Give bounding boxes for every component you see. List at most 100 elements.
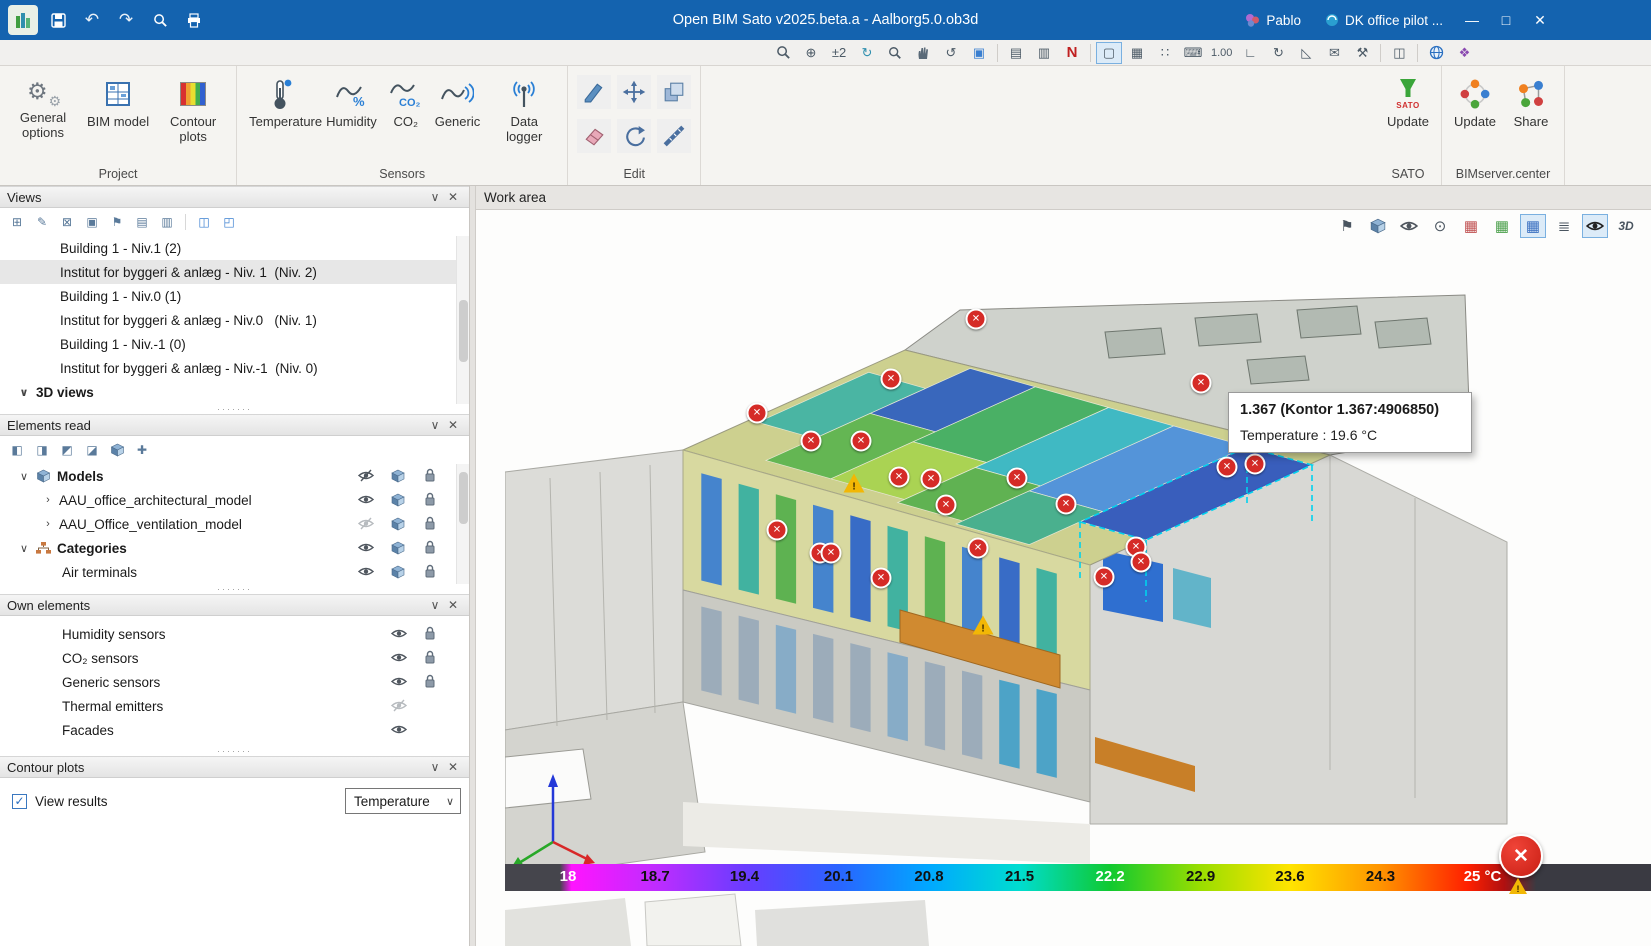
collapse-own-elements-button[interactable]: ∨ (426, 597, 444, 613)
sensor-marker[interactable]: ✕ (881, 369, 902, 390)
sensor-marker[interactable]: ✕ (1217, 457, 1238, 478)
rotate-view-button[interactable]: ↻ (1265, 42, 1291, 64)
move-button[interactable] (617, 75, 651, 109)
close-elements-panel-button[interactable]: ✕ (444, 417, 462, 433)
web-viewer-button[interactable] (1423, 42, 1449, 64)
expand-all-button[interactable]: ◧ (6, 440, 28, 460)
tree-item-arch-model[interactable]: › AAU_office_architectural_model (0, 488, 469, 512)
isometric-view-button[interactable] (1365, 214, 1391, 238)
lock-toggle[interactable] (424, 516, 436, 530)
zoom-window-button[interactable] (882, 42, 908, 64)
view-item[interactable]: Building 1 - Niv.0 (1) (0, 284, 469, 308)
share-button[interactable]: Share (1504, 70, 1558, 136)
contour-type-dropdown[interactable]: Temperature ∨ (345, 788, 461, 814)
sensor-marker[interactable]: ✕ (821, 543, 842, 564)
zoom-all-button[interactable]: ⊕ (798, 42, 824, 64)
drawing-template-button[interactable]: ▤ (1003, 42, 1029, 64)
save-button[interactable] (44, 7, 72, 33)
visibility-toggle[interactable] (391, 675, 407, 688)
visibility-toggle[interactable] (358, 565, 374, 578)
lock-toggle[interactable] (424, 564, 436, 578)
comments-button[interactable]: ✉ (1321, 42, 1347, 64)
lock-toggle[interactable] (424, 468, 436, 482)
sensor-marker[interactable]: ✕ (767, 520, 788, 541)
sensor-marker[interactable]: ✕ (1007, 468, 1028, 489)
tools-button[interactable]: ⚒ (1349, 42, 1375, 64)
sensor-marker[interactable]: ✕ (871, 568, 892, 589)
own-item-facades[interactable]: Facades (0, 718, 469, 742)
view-item[interactable]: Institut for byggeri & anlæg - Niv.-1 (N… (0, 356, 469, 380)
visibility-toggle[interactable] (358, 469, 374, 482)
solid-toggle[interactable] (391, 517, 405, 531)
close-own-elements-button[interactable]: ✕ (444, 597, 462, 613)
solid-toggle[interactable] (391, 565, 405, 579)
visibility-toggle-off[interactable] (358, 517, 374, 530)
views-scrollbar[interactable] (456, 236, 469, 404)
frame-toggle-button[interactable]: ▢ (1096, 42, 1122, 64)
humidity-sensor-button[interactable]: % Humidity (321, 70, 382, 136)
export-drawing-button[interactable]: ▥ (1031, 42, 1057, 64)
app-logo-icon[interactable] (8, 5, 38, 35)
lock-toggle[interactable] (424, 650, 436, 664)
3d-mode-button[interactable]: 3D (1613, 214, 1639, 238)
navisworks-button[interactable]: N (1059, 42, 1085, 64)
user-badge[interactable]: Pablo (1235, 10, 1311, 31)
sensor-marker[interactable]: ✕ (1245, 454, 1266, 475)
capture-view-button[interactable]: ▣ (966, 42, 992, 64)
open-plan-alt-button[interactable]: ◰ (218, 212, 240, 232)
print-button[interactable] (180, 7, 208, 33)
sensor-marker[interactable]: ✕ (747, 403, 768, 424)
view-item[interactable]: Building 1 - Niv.-1 (0) (0, 332, 469, 356)
pin-view-button[interactable]: ⚑ (1334, 214, 1360, 238)
bim-sync-button[interactable]: ❖ (1451, 42, 1477, 64)
results-table-button[interactable]: ▦ (1458, 214, 1484, 238)
view-item-selected[interactable]: Institut for byggeri & anlæg - Niv. 1 (N… (0, 260, 469, 284)
duplicate-view-button[interactable]: ▣ (81, 212, 103, 232)
own-item-thermal[interactable]: Thermal emitters (0, 694, 469, 718)
sensor-marker[interactable]: ✕ (966, 309, 987, 330)
pin-view-button[interactable]: ⚑ (106, 212, 128, 232)
search-button[interactable] (146, 7, 174, 33)
close-views-panel-button[interactable]: ✕ (444, 189, 462, 205)
temperature-sensor-button[interactable]: Temperature (243, 70, 319, 136)
probe-button[interactable]: ✚ (131, 440, 153, 460)
scrollbar-thumb[interactable] (459, 300, 468, 362)
pan-button[interactable] (910, 42, 936, 64)
ortho-toggle-button[interactable]: ∟ (1237, 42, 1263, 64)
tree-item-air-terminals[interactable]: Air terminals (0, 560, 469, 584)
lock-toggle[interactable] (424, 540, 436, 554)
visibility-toggle[interactable] (391, 651, 407, 664)
grid-toggle-button[interactable]: ▦ (1124, 42, 1150, 64)
bim-model-button[interactable]: BIM model (82, 70, 154, 136)
keyboard-entry-button[interactable]: ⌨ (1180, 42, 1206, 64)
solid-toggle[interactable] (391, 493, 405, 507)
shaded-view-button[interactable] (1582, 214, 1608, 238)
sensor-marker[interactable]: ✕ (851, 431, 872, 452)
sensor-marker[interactable]: ✕ (889, 467, 910, 488)
view-frame-a-button[interactable]: ▤ (131, 212, 153, 232)
layers-button[interactable]: ≣ (1551, 214, 1577, 238)
own-item-co2[interactable]: CO₂ sensors (0, 646, 469, 670)
sensor-marker[interactable]: ✕ (968, 538, 989, 559)
panel-resize-handle[interactable]: ······· (0, 746, 469, 756)
general-options-button[interactable]: ⚙⚙ General options (6, 70, 80, 147)
solid-toggle[interactable] (391, 541, 405, 555)
edit-view-button[interactable]: ✎ (31, 212, 53, 232)
3d-viewport[interactable]: ⚑ ⊙ ▦ ▦ ▦ ≣ 3D 1.367 (Kontor 1.367:49068… (476, 210, 1651, 946)
views-group-3d[interactable]: ∨ 3D views (0, 380, 469, 404)
bimserver-update-button[interactable]: Update (1448, 70, 1502, 136)
elements-scrollbar[interactable] (456, 464, 469, 584)
visibility-toggle[interactable] (391, 723, 407, 736)
sensor-marker[interactable]: ✕ (936, 495, 957, 516)
measure-edit-button[interactable] (657, 119, 691, 153)
scrollbar-thumb[interactable] (459, 472, 468, 524)
warning-marker[interactable]: ! (973, 616, 994, 635)
contour-grid-button[interactable]: ▦ (1520, 214, 1546, 238)
show-hide-button[interactable] (1396, 214, 1422, 238)
zoom-scale-button[interactable]: ±2 (826, 42, 852, 64)
sensor-marker[interactable]: ✕ (1056, 494, 1077, 515)
collapse-all-button[interactable]: ◨ (31, 440, 53, 460)
rotate-button[interactable] (617, 119, 651, 153)
lock-toggle[interactable] (424, 492, 436, 506)
lock-toggle[interactable] (424, 626, 436, 640)
